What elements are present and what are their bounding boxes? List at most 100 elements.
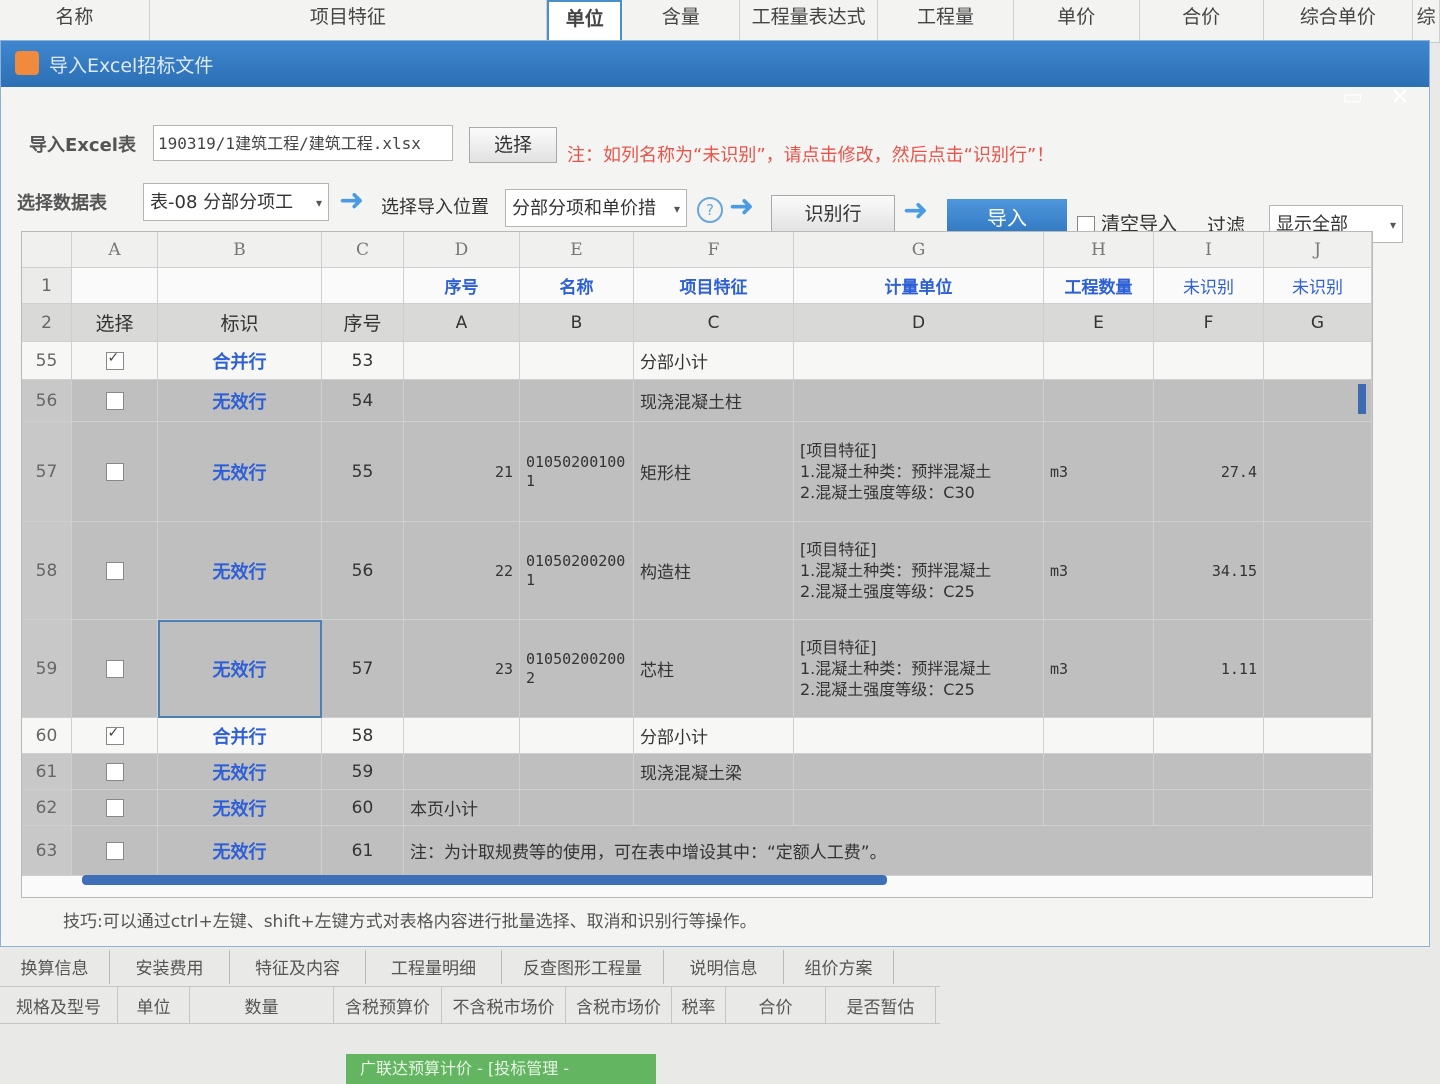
column-title-quantity[interactable]: 工程数量 [1044,268,1154,304]
row-seq[interactable]: 55 [322,422,404,522]
row-unrecognized[interactable] [1264,422,1372,522]
row-seq[interactable]: 58 [322,718,404,754]
row-checkbox[interactable] [105,391,124,410]
row-d[interactable] [404,342,520,380]
row-unit[interactable] [1044,790,1154,826]
horizontal-scrollbar[interactable] [82,875,887,885]
col-tax-market-price[interactable]: 含税市场价 [566,987,672,1023]
table-select[interactable]: 表-08 分部分项工 ▾ [143,183,329,221]
row-unit[interactable]: m3 [1044,522,1154,620]
row-feature[interactable]: [项目特征] 1.混凝土种类：预拌混凝土 2.混凝土强度等级：C25 [794,620,1044,718]
col-letter-c[interactable]: C [322,232,404,268]
cell[interactable] [72,268,158,304]
row-quantity[interactable]: 27.4 [1154,422,1264,522]
row-tag[interactable]: 无效行 [158,522,322,620]
row-checkbox[interactable] [105,762,124,781]
close-icon[interactable]: ✕ [1391,85,1409,110]
row-code[interactable] [520,342,634,380]
select-cell[interactable] [72,522,158,620]
row-checkbox[interactable] [105,725,124,745]
row-checkbox[interactable] [105,659,124,678]
column-title-unrecognized[interactable]: 未识别 [1264,268,1372,304]
row-tag[interactable]: 无效行 [158,790,322,826]
vertical-scrollbar[interactable] [1358,384,1366,414]
row-feature[interactable]: [项目特征] 1.混凝土种类：预拌混凝土 2.混凝土强度等级：C25 [794,522,1044,620]
col-letter-j[interactable]: J [1264,232,1372,268]
row-tag[interactable]: 无效行 [158,754,322,790]
row-quantity[interactable] [1154,380,1264,422]
col-letter-a[interactable]: A [72,232,158,268]
help-icon[interactable]: ? [697,197,723,223]
select-cell[interactable] [72,342,158,380]
select-cell[interactable] [72,826,158,876]
col-letter-i[interactable]: I [1154,232,1264,268]
column-title-seq[interactable]: 序号 [404,268,520,304]
select-cell[interactable] [72,380,158,422]
row-name[interactable]: 矩形柱 [634,422,794,522]
row-code[interactable] [520,754,634,790]
tab-feature-content[interactable]: 特征及内容 [230,950,366,984]
col-total[interactable]: 合价 [726,987,826,1023]
row-d[interactable]: 本页小计 [404,790,520,826]
select-cell[interactable] [72,754,158,790]
row-feature[interactable] [794,342,1044,380]
row-unit[interactable] [1044,754,1154,790]
row-unrecognized[interactable] [1264,620,1372,718]
row-name[interactable]: 分部小计 [634,718,794,754]
row-quantity[interactable]: 34.15 [1154,522,1264,620]
maximize-icon[interactable]: ▭ [1342,85,1363,110]
row-seq[interactable]: 54 [322,380,404,422]
row-seq[interactable]: 59 [322,754,404,790]
cell[interactable] [158,268,322,304]
col-letter-d[interactable]: D [404,232,520,268]
table-row[interactable]: 60 合并行58 分部小计 [22,718,1372,754]
row-feature[interactable]: [项目特征] 1.混凝土种类：预拌混凝土 2.混凝土强度等级：C30 [794,422,1044,522]
col-letter-b[interactable]: B [158,232,322,268]
row-tag[interactable]: 无效行 [158,826,322,876]
row-quantity[interactable] [1154,718,1264,754]
row-name[interactable]: 构造柱 [634,522,794,620]
row-unit[interactable] [1044,718,1154,754]
table-row[interactable]: 57 无效行 55 21 01050200100 1 矩形柱 [项目特征] 1.混凝土种类：预拌… [22,422,1372,522]
column-title-unrecognized[interactable]: 未识别 [1154,268,1264,304]
row-unit[interactable] [1044,342,1154,380]
row-name[interactable]: 分部小计 [634,342,794,380]
bg-col-content[interactable]: 含量 [622,0,741,42]
col-letter-h[interactable]: H [1044,232,1154,268]
row-feature[interactable] [794,380,1044,422]
table-row[interactable]: 56 无效行 54 现浇混凝土柱 [22,380,1372,422]
row-code[interactable]: 01050200200 1 [520,522,634,620]
row-unit[interactable]: m3 [1044,620,1154,718]
col-ex-tax-market-price[interactable]: 不含税市场价 [442,987,566,1023]
row-quantity[interactable] [1154,790,1264,826]
row-tag[interactable]: 无效行 [158,620,322,718]
select-cell[interactable] [72,718,158,754]
tab-pricing-plan[interactable]: 组价方案 [784,950,894,984]
table-row[interactable]: 55 合并行53 分部小计 [22,342,1372,380]
row-seq[interactable]: 53 [322,342,404,380]
row-code[interactable]: 01050200100 1 [520,422,634,522]
row-unit[interactable]: m3 [1044,422,1154,522]
tab-quantity-detail[interactable]: 工程量明细 [366,950,502,984]
row-feature[interactable] [794,718,1044,754]
row-unit[interactable] [1044,380,1154,422]
col-letter-f[interactable]: F [634,232,794,268]
row-d[interactable] [404,380,520,422]
file-path-input[interactable]: 190319/1建筑工程/建筑工程.xlsx [153,125,453,161]
table-row[interactable]: 58 无效行 56 22 01050200200 1 构造柱 [项目特征] 1.混凝土种类：预拌… [22,522,1372,620]
row-name[interactable] [634,790,794,826]
row-unrecognized[interactable] [1264,380,1372,422]
row-checkbox[interactable] [105,462,124,481]
row-d[interactable] [404,718,520,754]
table-row[interactable]: 62 无效行 60 本页小计 [22,790,1372,826]
bg-col-composite-price[interactable]: 综合单价 [1264,0,1414,42]
row-d[interactable]: 22 [404,522,520,620]
select-cell[interactable] [72,422,158,522]
select-cell[interactable] [72,790,158,826]
col-letter-g[interactable]: G [794,232,1044,268]
col-quantity[interactable]: 数量 [190,987,334,1023]
bg-col-total[interactable]: 合价 [1140,0,1264,42]
tab-reverse-lookup[interactable]: 反查图形工程量 [502,950,664,984]
position-select[interactable]: 分部分项和单价措 ▾ [505,189,687,227]
choose-file-button[interactable]: 选择 [469,127,557,163]
